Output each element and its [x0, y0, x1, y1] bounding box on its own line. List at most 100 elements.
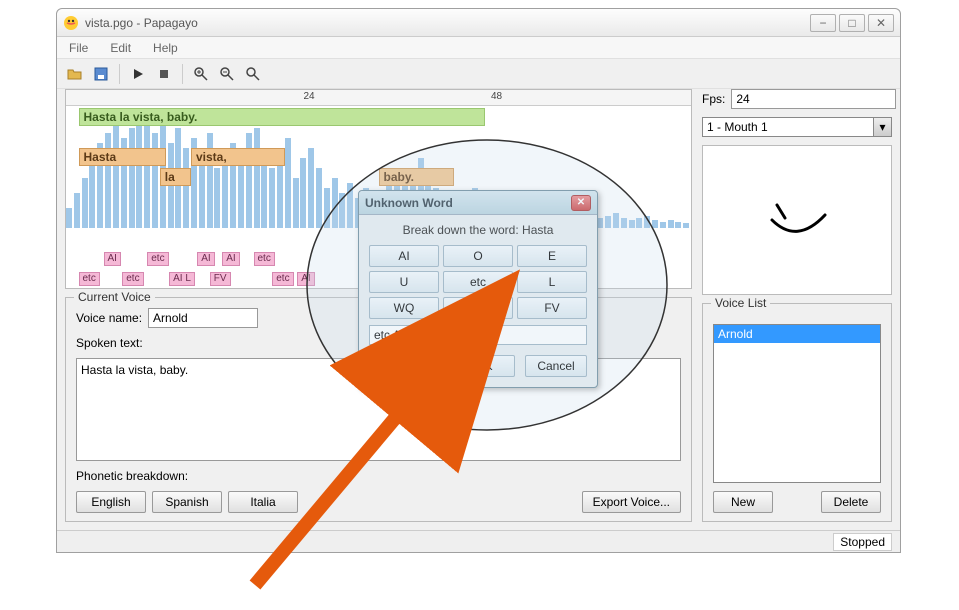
voice-name-input[interactable]	[148, 308, 258, 328]
zoom-out-icon	[219, 66, 235, 82]
voice-listbox[interactable]: Arnold	[713, 324, 881, 483]
waveform-bar	[144, 123, 150, 228]
waveform-bar	[644, 216, 650, 228]
phoneme-block[interactable]: AI	[104, 252, 121, 266]
sentence-block[interactable]: Hasta la vista, baby.	[79, 108, 485, 126]
waveform-bar	[199, 158, 205, 228]
lang-spanish-button[interactable]: Spanish	[152, 491, 222, 513]
phoneme-ai-button[interactable]: AI	[369, 245, 439, 267]
waveform-bar	[277, 158, 283, 228]
waveform-bar	[621, 218, 627, 228]
minimize-button[interactable]: −	[810, 14, 836, 32]
play-icon	[131, 67, 145, 81]
mouth-select[interactable]: 1 - Mouth 1 ▾	[702, 117, 892, 137]
save-button[interactable]	[91, 64, 111, 84]
word-block[interactable]: baby.	[379, 168, 454, 186]
phoneme-fv-button[interactable]: FV	[517, 297, 587, 319]
export-voice-button[interactable]: Export Voice...	[582, 491, 681, 513]
status-message: Stopped	[833, 533, 892, 551]
breakdown-input[interactable]	[369, 325, 587, 345]
word-block[interactable]: la	[160, 168, 191, 186]
window-title: vista.pgo - Papagayo	[85, 16, 810, 30]
waveform-bar	[183, 148, 189, 228]
voice-name-label: Voice name:	[76, 311, 142, 325]
fps-label: Fps:	[702, 92, 725, 106]
waveform-bar	[66, 208, 72, 228]
stop-icon	[157, 67, 171, 81]
chevron-down-icon[interactable]: ▾	[873, 118, 891, 136]
phoneme-block[interactable]: AI	[222, 252, 239, 266]
dialog-ok-button[interactable]: OK	[453, 355, 515, 377]
save-icon	[93, 66, 109, 82]
waveform-bar	[129, 128, 135, 228]
spoken-text-label: Spoken text:	[76, 336, 143, 350]
zoom-in-icon	[193, 66, 209, 82]
mouth-preview	[702, 145, 892, 295]
menu-help[interactable]: Help	[149, 39, 182, 57]
ruler-mark: 24	[304, 91, 315, 102]
phoneme-block[interactable]: etc	[147, 252, 168, 266]
statusbar: Stopped	[57, 530, 900, 552]
stop-button[interactable]	[154, 64, 174, 84]
zoom-fit-icon	[245, 66, 261, 82]
new-voice-button[interactable]: New	[713, 491, 773, 513]
phoneme-o-button[interactable]: O	[443, 245, 513, 267]
maximize-button[interactable]: □	[839, 14, 865, 32]
waveform-bar	[613, 213, 619, 228]
phonetic-breakdown-label: Phonetic breakdown:	[76, 469, 681, 483]
waveform-bar	[238, 158, 244, 228]
toolbar	[57, 59, 900, 89]
dialog-cancel-button[interactable]: Cancel	[525, 355, 587, 377]
waveform-bar	[652, 220, 658, 228]
waveform-bar	[636, 218, 642, 228]
voice-list-group: Voice List Arnold New Delete	[702, 303, 892, 522]
waveform-bar	[605, 216, 611, 228]
titlebar: vista.pgo - Papagayo − □ ✕	[57, 9, 900, 37]
play-button[interactable]	[128, 64, 148, 84]
phoneme-block[interactable]: etc	[272, 272, 293, 286]
phoneme-etc-button[interactable]: etc	[443, 271, 513, 293]
phoneme-block[interactable]: etc	[122, 272, 143, 286]
close-button[interactable]: ✕	[868, 14, 894, 32]
phoneme-block[interactable]: etc	[254, 252, 275, 266]
lang-italian-button[interactable]: Italia	[228, 491, 298, 513]
fps-input[interactable]	[731, 89, 896, 109]
waveform-bar	[254, 128, 260, 228]
phoneme-mbp-button[interactable]: MBP	[443, 297, 513, 319]
lang-english-button[interactable]: English	[76, 491, 146, 513]
menu-edit[interactable]: Edit	[106, 39, 135, 57]
waveform-bar	[324, 188, 330, 228]
open-button[interactable]	[65, 64, 85, 84]
waveform-bar	[113, 118, 119, 228]
zoom-out-button[interactable]	[217, 64, 237, 84]
zoom-fit-button[interactable]	[243, 64, 263, 84]
app-icon	[63, 15, 79, 31]
mouth-select-value: 1 - Mouth 1	[703, 120, 873, 134]
phoneme-e-button[interactable]: E	[517, 245, 587, 267]
dialog-titlebar[interactable]: Unknown Word ✕	[359, 191, 597, 215]
dialog-close-button[interactable]: ✕	[571, 195, 591, 211]
folder-open-icon	[67, 66, 83, 82]
menu-file[interactable]: File	[65, 39, 92, 57]
phoneme-block[interactable]: AI L	[169, 272, 195, 286]
phoneme-block[interactable]: AI	[297, 272, 314, 286]
waveform-bar	[668, 220, 674, 228]
waveform-bar	[332, 178, 338, 228]
waveform-bar	[214, 168, 220, 228]
word-block[interactable]: Hasta	[79, 148, 167, 166]
list-item[interactable]: Arnold	[714, 325, 880, 343]
delete-voice-button[interactable]: Delete	[821, 491, 881, 513]
phoneme-wq-button[interactable]: WQ	[369, 297, 439, 319]
phoneme-block[interactable]: AI	[197, 252, 214, 266]
phoneme-block[interactable]: FV	[210, 272, 231, 286]
group-legend: Current Voice	[74, 290, 155, 304]
phoneme-u-button[interactable]: U	[369, 271, 439, 293]
waveform-bar	[300, 158, 306, 228]
waveform-bar	[597, 218, 603, 228]
waveform-bar	[293, 178, 299, 228]
word-block[interactable]: vista,	[191, 148, 285, 166]
phoneme-block[interactable]: etc	[79, 272, 100, 286]
zoom-in-button[interactable]	[191, 64, 211, 84]
phoneme-l-button[interactable]: L	[517, 271, 587, 293]
waveform-bar	[308, 148, 314, 228]
